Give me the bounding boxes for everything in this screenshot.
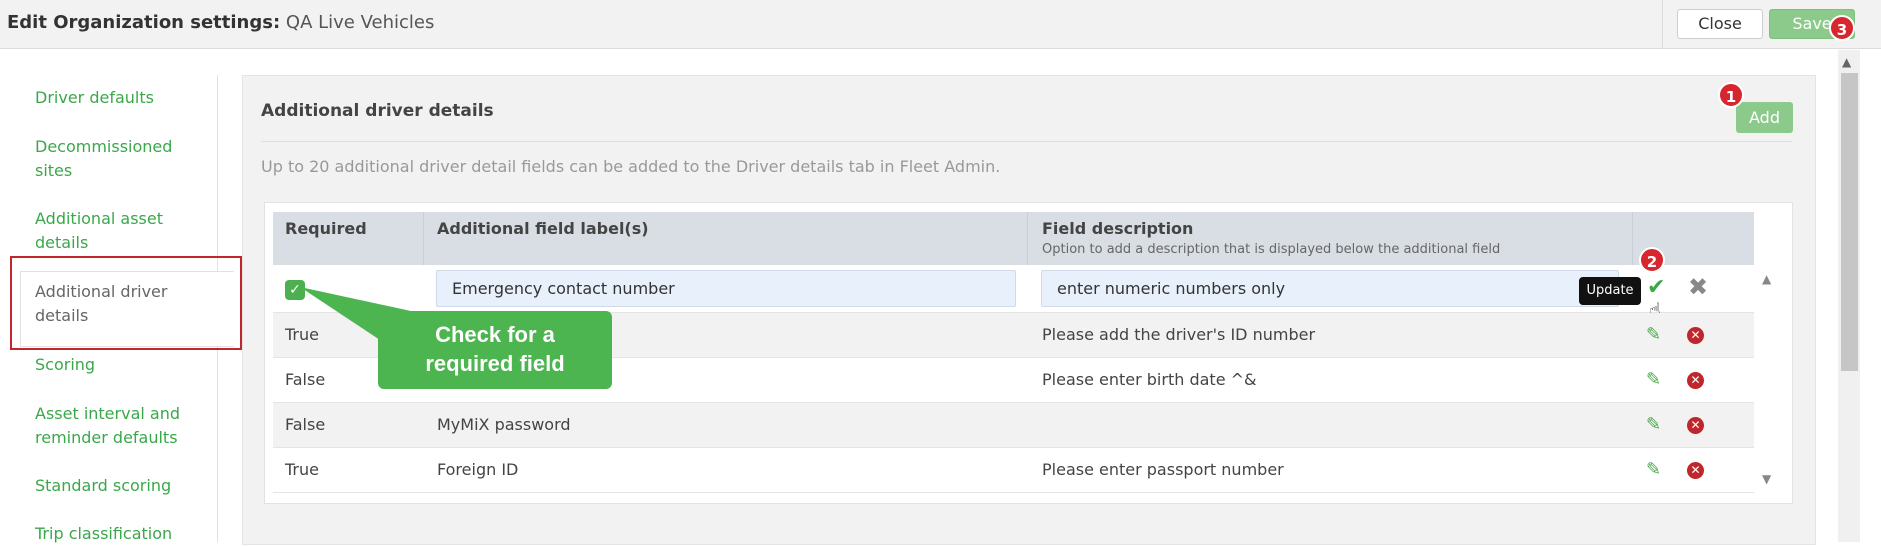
page-scrollbar-thumb[interactable]: [1841, 73, 1858, 371]
column-divider: [1027, 212, 1028, 265]
sidebar-item-scoring[interactable]: Scoring: [35, 353, 205, 377]
cell-description: Please add the driver's ID number: [1042, 325, 1316, 344]
delete-icon[interactable]: ✕: [1687, 327, 1704, 344]
cell-required: True: [285, 325, 319, 344]
edit-pencil-icon[interactable]: ✎: [1646, 369, 1661, 390]
callout-line-2: required field: [425, 351, 565, 376]
column-header-description-hint: Option to add a description that is disp…: [1042, 242, 1501, 257]
annotation-callout: Check for a required field: [378, 311, 612, 389]
column-header-label: Additional field label(s): [437, 219, 649, 238]
table-row: True Foreign ID Please enter passport nu…: [273, 448, 1754, 493]
delete-icon[interactable]: ✕: [1687, 462, 1704, 479]
edit-pencil-icon[interactable]: ✎: [1646, 414, 1661, 435]
section-info-text: Up to 20 additional driver detail fields…: [261, 157, 1001, 176]
sidebar-item-asset-interval-reminder-defaults[interactable]: Asset interval and reminder defaults: [35, 402, 205, 450]
scroll-down-arrow-icon[interactable]: ▼: [1762, 472, 1771, 486]
sidebar-item-additional-asset-details[interactable]: Additional asset details: [35, 207, 205, 255]
step-badge-2: 2: [1639, 247, 1665, 273]
edit-pencil-icon[interactable]: ✎: [1646, 324, 1661, 345]
callout-line-1: Check for a: [435, 322, 555, 347]
delete-icon[interactable]: ✕: [1687, 417, 1704, 434]
cell-label: Foreign ID: [437, 460, 519, 479]
cell-description: Please enter passport number: [1042, 460, 1284, 479]
table-scrollbar[interactable]: [1755, 265, 1791, 495]
table-row: False MyMiX password ✎ ✕: [273, 403, 1754, 448]
step-badge-1: 1: [1718, 82, 1744, 108]
close-button[interactable]: Close: [1677, 9, 1763, 39]
header-divider: [1662, 0, 1663, 49]
cell-required: False: [285, 370, 326, 389]
column-header-required: Required: [285, 219, 367, 238]
delete-icon[interactable]: ✕: [1687, 372, 1704, 389]
sidebar-item-driver-defaults[interactable]: Driver defaults: [35, 86, 205, 110]
page-scroll-up-arrow-icon[interactable]: ▲: [1842, 55, 1851, 69]
edit-pencil-icon[interactable]: ✎: [1646, 459, 1661, 480]
dialog-title: Edit Organization settings: QA Live Vehi…: [7, 12, 434, 33]
cell-description: Please enter birth date ^&: [1042, 370, 1257, 389]
column-divider: [1632, 212, 1633, 265]
sidebar-item-additional-driver-details[interactable]: Additional driver details: [35, 280, 205, 328]
required-checkbox[interactable]: ✓: [285, 280, 305, 300]
scroll-up-arrow-icon[interactable]: ▲: [1762, 272, 1771, 286]
section-title: Additional driver details: [261, 101, 494, 121]
section-divider: [261, 141, 1792, 142]
dialog-header: Edit Organization settings: QA Live Vehi…: [0, 0, 1881, 49]
update-tooltip: Update: [1579, 277, 1641, 305]
sidebar-item-trip-classification[interactable]: Trip classification: [35, 522, 205, 546]
field-label-input[interactable]: [436, 270, 1016, 307]
dialog-title-label: Edit Organization settings:: [7, 12, 281, 33]
sidebar-item-decommissioned-sites[interactable]: Decommissioned sites: [35, 135, 205, 183]
sidebar-item-standard-scoring[interactable]: Standard scoring: [35, 474, 205, 498]
cancel-edit-icon[interactable]: ✖: [1688, 273, 1708, 301]
organization-name: QA Live Vehicles: [285, 12, 435, 33]
cell-label: MyMiX password: [437, 415, 571, 434]
table-header: Required Additional field label(s) Field…: [273, 212, 1754, 265]
column-header-description: Field description: [1042, 219, 1194, 238]
column-divider: [423, 212, 424, 265]
add-button[interactable]: Add: [1736, 102, 1793, 133]
field-description-input[interactable]: [1041, 270, 1619, 307]
cell-required: True: [285, 460, 319, 479]
cell-required: False: [285, 415, 326, 434]
update-check-icon[interactable]: ✔: [1647, 275, 1665, 300]
step-badge-3: 3: [1829, 15, 1855, 41]
